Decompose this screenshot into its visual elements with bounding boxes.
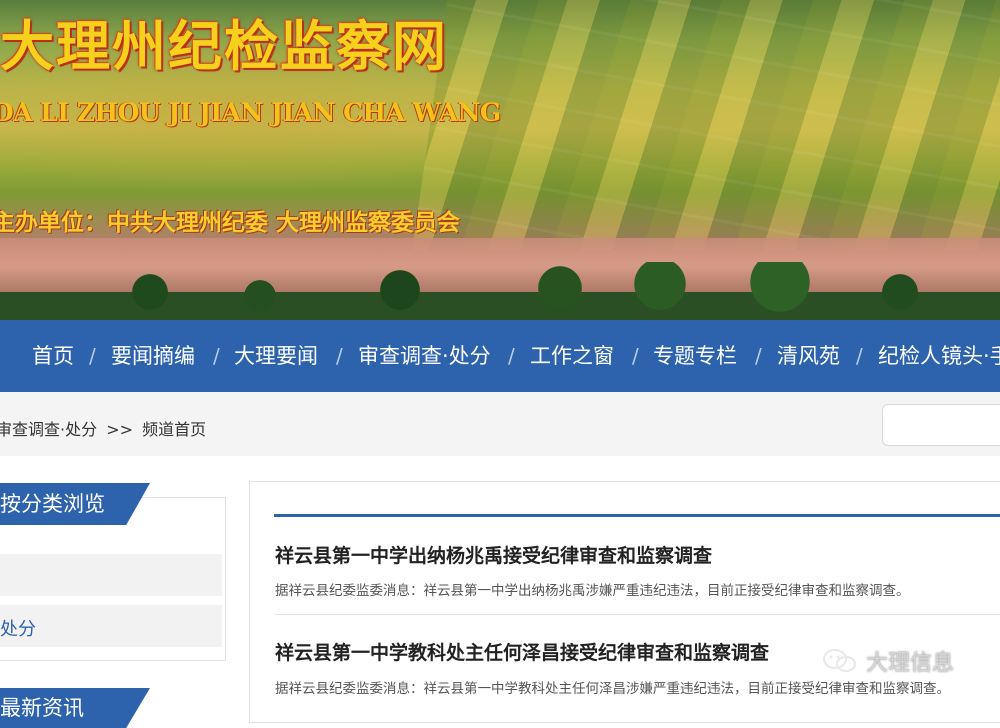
site-pinyin: DA LI ZHOU JI JIAN JIAN CHA WANG [0, 98, 501, 127]
category-panel-title: 按分类浏览 [0, 483, 150, 525]
nav-separator: / [856, 344, 863, 368]
nav-separator: / [336, 344, 343, 368]
breadcrumb-parent[interactable]: 审查调查·处分 [0, 420, 97, 439]
nav-separator: / [213, 344, 220, 368]
nav-item-home[interactable]: 首页 [32, 320, 74, 392]
main-nav: 首页 / 要闻摘编 / 大理要闻 / 审查调查·处分 / 工作之窗 / 专题专栏… [0, 320, 1000, 392]
latest-news-title: 最新资讯 [0, 688, 150, 728]
nav-separator: / [89, 344, 96, 368]
site-banner: 大理州纪检监察网 DA LI ZHOU JI JIAN JIAN CHA WAN… [0, 0, 1000, 320]
article-summary: 据祥云县纪委监委消息：祥云县第一中学出纳杨兆禹涉嫌严重违纪违法，目前正接受纪律审… [275, 583, 910, 599]
site-sponsor: 主办单位：中共大理州纪委 大理州监察委员会 [0, 209, 461, 236]
article-divider [275, 614, 1000, 615]
nav-item-qingfengyuan[interactable]: 清风苑 [777, 320, 840, 392]
banner-trees [0, 262, 1000, 320]
article-title[interactable]: 祥云县第一中学出纳杨兆禹接受纪律审查和监察调查 [275, 541, 712, 568]
nav-separator: / [632, 344, 639, 368]
article-summary: 据祥云县纪委监委消息：祥云县第一中学教科处主任何泽昌涉嫌严重违纪违法，目前正接受… [275, 681, 950, 697]
nav-item-special-topics[interactable]: 专题专栏 [653, 320, 737, 392]
category-item[interactable]: 处分 [0, 605, 222, 647]
nav-item-investigation[interactable]: 审查调查·处分 [358, 320, 491, 392]
nav-item-work-window[interactable]: 工作之窗 [530, 320, 614, 392]
article-title[interactable]: 祥云县第一中学教科处主任何泽昌接受纪律审查和监察调查 [275, 638, 769, 665]
nav-item-dali-news[interactable]: 大理要闻 [234, 320, 318, 392]
article-list-accent-line [274, 514, 1000, 517]
breadcrumb: 审查调查·处分 >> 频道首页 [0, 416, 206, 440]
nav-separator: / [508, 344, 515, 368]
category-item[interactable] [0, 554, 222, 596]
breadcrumb-separator: >> [106, 420, 133, 439]
breadcrumb-current[interactable]: 频道首页 [142, 420, 206, 439]
wechat-icon [823, 649, 856, 672]
site-title[interactable]: 大理州纪检监察网 [0, 2, 448, 81]
search-input[interactable] [882, 404, 1000, 446]
category-item-label: 处分 [0, 619, 36, 640]
nav-item-camera[interactable]: 纪检人镜头·手 [878, 320, 1000, 392]
nav-item-news-digest[interactable]: 要闻摘编 [111, 320, 195, 392]
watermark-text: 大理信息 [866, 651, 955, 676]
nav-separator: / [755, 344, 762, 368]
